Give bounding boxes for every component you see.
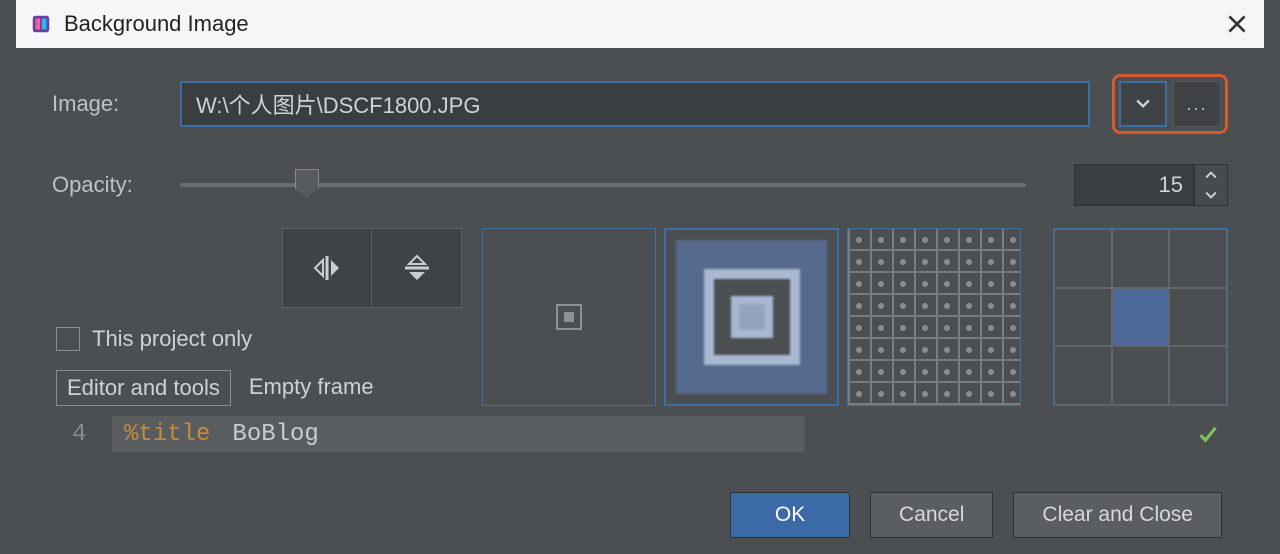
flip-group — [282, 228, 464, 308]
code-value: BoBlog — [232, 421, 318, 448]
clear-and-close-button[interactable]: Clear and Close — [1013, 492, 1222, 538]
line-number: 4 — [72, 421, 102, 448]
opacity-stepper — [1194, 164, 1228, 206]
scope-editor-and-tools[interactable]: Editor and tools — [56, 370, 231, 406]
opacity-slider[interactable] — [180, 175, 1026, 195]
checkmark-icon — [1198, 424, 1218, 444]
code-directive: %title — [124, 421, 210, 448]
fill-mode-scale[interactable] — [664, 228, 839, 406]
background-image-dialog: Background Image Image: ... Opacity: — [16, 0, 1264, 538]
dialog-title: Background Image — [64, 11, 249, 37]
opacity-step-up[interactable] — [1195, 165, 1227, 185]
browse-highlight-group: ... — [1112, 74, 1228, 134]
this-project-only-checkbox[interactable] — [56, 327, 80, 351]
browse-button[interactable]: ... — [1173, 81, 1221, 127]
anchor-position-grid[interactable] — [1053, 228, 1228, 406]
fill-mode-tile[interactable] — [847, 228, 1022, 406]
code-preview-row: 4 %title BoBlog — [52, 416, 1228, 452]
cancel-button[interactable]: Cancel — [870, 492, 993, 538]
ok-button[interactable]: OK — [730, 492, 850, 538]
opacity-step-down[interactable] — [1195, 185, 1227, 205]
flip-horizontal-button[interactable] — [282, 228, 372, 308]
titlebar: Background Image — [16, 0, 1264, 48]
image-label: Image: — [52, 91, 162, 117]
opacity-value-input[interactable] — [1074, 164, 1194, 206]
fill-mode-plain[interactable] — [482, 228, 657, 406]
opacity-label: Opacity: — [52, 172, 162, 198]
image-history-dropdown[interactable] — [1119, 81, 1167, 127]
this-project-only-label: This project only — [92, 326, 252, 352]
scope-empty-frame[interactable]: Empty frame — [243, 370, 380, 406]
close-icon[interactable] — [1224, 11, 1250, 37]
flip-vertical-button[interactable] — [372, 228, 462, 308]
image-path-input[interactable] — [180, 81, 1090, 127]
app-icon — [30, 13, 52, 35]
